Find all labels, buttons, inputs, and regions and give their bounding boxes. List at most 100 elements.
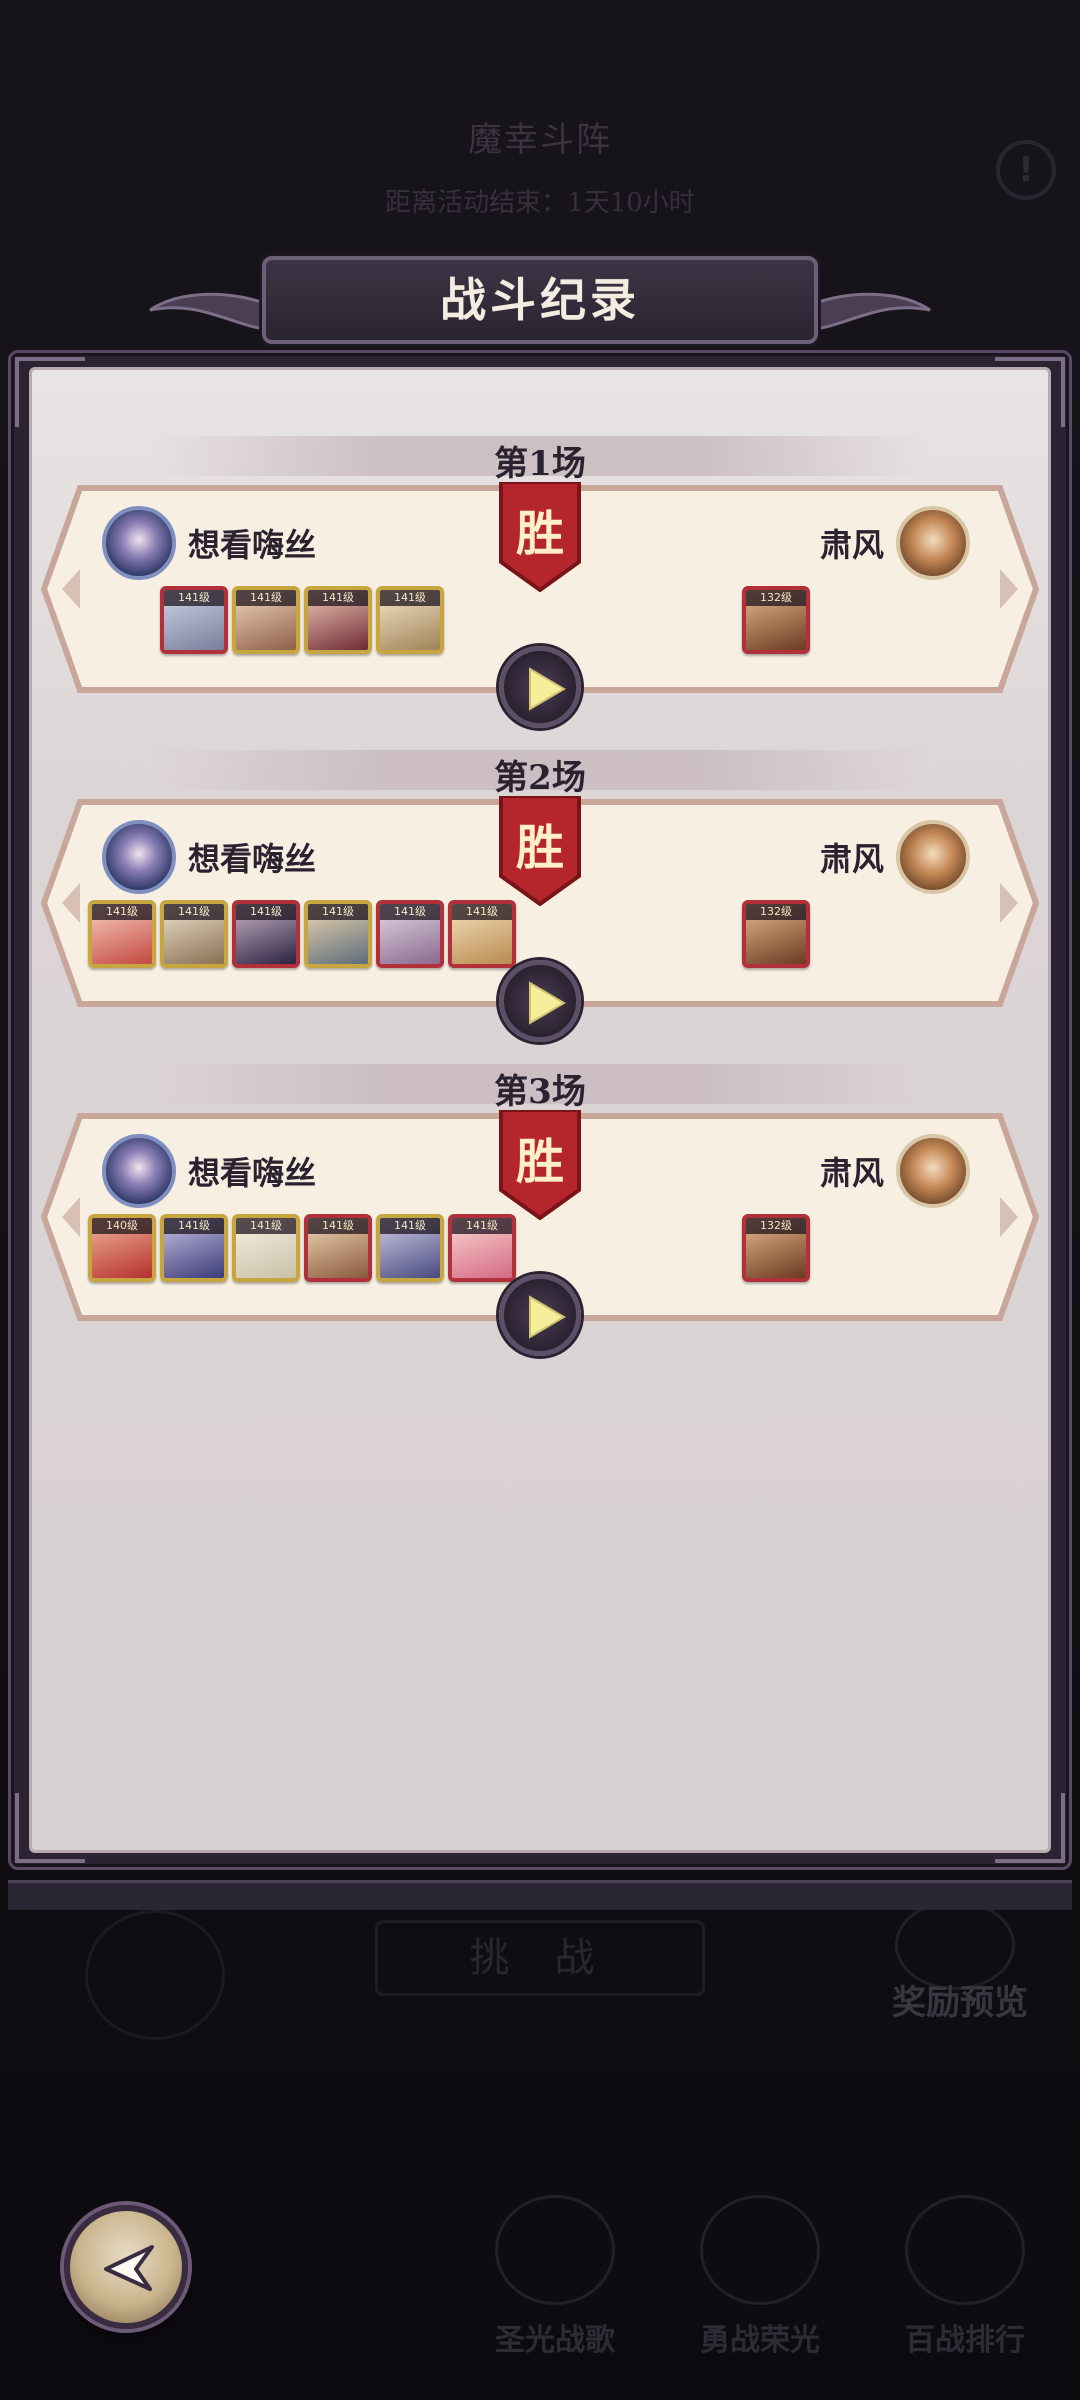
tab-glory: 勇战荣光 — [665, 2195, 855, 2359]
info-icon: ! — [996, 140, 1056, 200]
right-player-name: 肃风 — [820, 1154, 885, 1192]
ornament-corner — [995, 1793, 1065, 1863]
hero-level: 141级 — [236, 904, 296, 920]
left-hero-lineup: 141级 141级 141级 141级 — [160, 586, 444, 654]
hero-level: 141级 — [92, 904, 152, 920]
left-player: 想看嗨丝 — [102, 1134, 316, 1208]
match-card: 第3场 胜 想看嗨丝 肃风 140级 141级 141级 141级 141级 1… — [0, 1064, 1080, 1374]
right-player: 肃风 — [820, 820, 971, 894]
hero-level: 141级 — [452, 904, 512, 920]
hero-slot[interactable]: 141级 — [88, 900, 156, 968]
hero-level: 141级 — [308, 590, 368, 606]
holy-song-icon — [495, 2195, 615, 2305]
event-title: 魔幸斗阵 — [468, 120, 612, 160]
win-badge-text: 胜 — [515, 1134, 564, 1190]
hero-slot[interactable]: 132级 — [742, 900, 810, 968]
hero-level: 141级 — [164, 590, 224, 606]
purple-hair-knight-avatar — [102, 506, 176, 580]
hero-level: 132级 — [746, 904, 806, 920]
right-hero-lineup: 132级 — [742, 900, 810, 968]
hero-slot[interactable]: 141级 — [160, 1214, 228, 1282]
tab-holy-song: 圣光战歌 — [460, 2195, 650, 2359]
hero-level: 141级 — [452, 1218, 512, 1234]
hero-level: 132级 — [746, 1218, 806, 1234]
hero-slot[interactable]: 141级 — [232, 900, 300, 968]
panel-title: 战斗纪录 — [440, 273, 640, 327]
hero-level: 140级 — [92, 1218, 152, 1234]
hero-slot[interactable]: 141级 — [448, 900, 516, 968]
left-hero-lineup: 140级 141级 141级 141级 141级 141级 — [88, 1214, 516, 1282]
tab-label: 圣光战歌 — [495, 2323, 615, 2358]
purple-hair-knight-avatar — [102, 820, 176, 894]
match-label: 第2场 — [494, 758, 586, 798]
title-ornament-right-icon — [810, 292, 931, 332]
tab-label: 百战排行 — [905, 2323, 1025, 2358]
right-player-name: 肃风 — [820, 526, 885, 564]
hero-slot[interactable]: 132级 — [742, 1214, 810, 1282]
hero-slot[interactable]: 141级 — [376, 900, 444, 968]
right-player-name: 肃风 — [820, 840, 885, 878]
play-icon — [529, 667, 566, 711]
right-player: 肃风 — [820, 1134, 971, 1208]
hero-slot[interactable]: 141级 — [160, 900, 228, 968]
hero-slot[interactable]: 141级 — [232, 586, 300, 654]
back-arrow-icon — [104, 2245, 154, 2291]
match-card: 第2场 胜 想看嗨丝 肃风 141级 141级 141级 141级 141级 1… — [0, 750, 1080, 1060]
brown-hair-male-avatar — [896, 820, 971, 894]
replay-play-button[interactable] — [499, 960, 581, 1042]
hero-slot[interactable]: 140级 — [88, 1214, 156, 1282]
brown-hair-male-avatar — [896, 1134, 971, 1208]
back-button[interactable] — [64, 2205, 188, 2329]
left-player: 想看嗨丝 — [102, 820, 316, 894]
right-hero-lineup: 132级 — [742, 1214, 810, 1282]
win-badge-text: 胜 — [515, 820, 564, 876]
play-icon — [529, 981, 566, 1025]
hero-level: 141级 — [308, 1218, 368, 1234]
hero-level: 141级 — [164, 1218, 224, 1234]
replay-play-button[interactable] — [499, 646, 581, 728]
left-player: 想看嗨丝 — [102, 506, 316, 580]
ornament-corner — [15, 357, 85, 427]
left-player-name: 想看嗨丝 — [188, 840, 317, 878]
ornament-corner — [995, 357, 1065, 427]
match-label: 第1场 — [494, 444, 586, 484]
left-player-name: 想看嗨丝 — [188, 1154, 317, 1192]
play-icon — [529, 1295, 566, 1339]
brown-hair-male-avatar — [896, 506, 971, 580]
tab-label: 勇战荣光 — [700, 2323, 820, 2358]
hero-level: 141级 — [380, 590, 440, 606]
panel-title-plate: 战斗纪录 — [262, 256, 818, 344]
event-emblem-icon — [85, 1910, 225, 2040]
panel-bottom-bar — [8, 1880, 1072, 1910]
hero-level: 141级 — [380, 904, 440, 920]
win-badge-text: 胜 — [515, 506, 564, 562]
left-hero-lineup: 141级 141级 141级 141级 141级 141级 — [88, 900, 516, 968]
tab-ranking: 百战排行 — [870, 2195, 1060, 2359]
hero-level: 141级 — [236, 1218, 296, 1234]
match-label: 第3场 — [494, 1072, 586, 1112]
ornament-corner — [15, 1793, 85, 1863]
ranking-icon — [905, 2195, 1025, 2305]
hero-level: 141级 — [380, 1218, 440, 1234]
hero-slot[interactable]: 141级 — [232, 1214, 300, 1282]
right-player: 肃风 — [820, 506, 971, 580]
match-card: 第1场 胜 想看嗨丝 肃风 141级 141级 141级 141级 132级 — [0, 436, 1080, 746]
hero-level: 132级 — [746, 590, 806, 606]
hero-slot[interactable]: 141级 — [448, 1214, 516, 1282]
title-ornament-left-icon — [149, 292, 270, 332]
reward-preview-label: 奖励预览 — [892, 1983, 1028, 2023]
hero-slot[interactable]: 141级 — [376, 586, 444, 654]
purple-hair-knight-avatar — [102, 1134, 176, 1208]
event-timer: 距离活动结束：1天10小时 — [385, 188, 695, 218]
hero-slot[interactable]: 141级 — [160, 586, 228, 654]
hero-slot[interactable]: 141级 — [304, 586, 372, 654]
right-hero-lineup: 132级 — [742, 586, 810, 654]
replay-play-button[interactable] — [499, 1274, 581, 1356]
hero-slot[interactable]: 141级 — [304, 900, 372, 968]
hero-slot[interactable]: 141级 — [304, 1214, 372, 1282]
hero-slot[interactable]: 132级 — [742, 586, 810, 654]
hero-slot[interactable]: 141级 — [376, 1214, 444, 1282]
hero-level: 141级 — [308, 904, 368, 920]
left-player-name: 想看嗨丝 — [188, 526, 317, 564]
bottom-tabs: 圣光战歌 勇战荣光 百战排行 — [460, 2195, 1060, 2359]
